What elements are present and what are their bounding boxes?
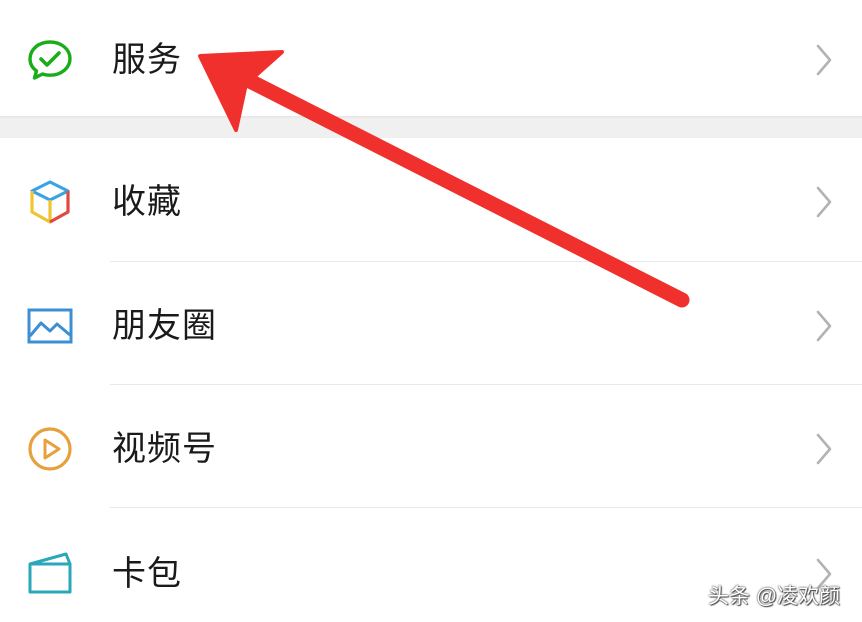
menu-item-label: 收藏: [112, 182, 182, 222]
watermark-text: 头条 @凌欢颜: [708, 585, 841, 608]
wechat-pay-icon: [26, 36, 74, 84]
menu-item-favorites[interactable]: 收藏: [0, 138, 862, 262]
chevron-right-icon: [812, 431, 836, 467]
channels-play-icon: [26, 425, 74, 473]
favorites-cube-icon: [26, 178, 74, 226]
chevron-right-icon: [812, 42, 836, 78]
menu-item-channels[interactable]: 视频号: [0, 385, 862, 508]
menu-item-moments[interactable]: 朋友圈: [0, 262, 862, 384]
moments-picture-icon: [26, 302, 74, 350]
section-separator: [0, 118, 862, 138]
card-wallet-icon: [26, 550, 74, 598]
menu-item-label: 服务: [112, 40, 182, 80]
menu-item-label: 卡包: [112, 554, 182, 594]
wechat-me-menu: 服务 收藏 朋友圈 视频号 卡包 头条 @凌欢颜: [0, 0, 862, 622]
menu-item-label: 视频号: [112, 429, 217, 469]
menu-item-label: 朋友圈: [112, 306, 217, 346]
menu-item-services[interactable]: 服务: [0, 0, 862, 116]
chevron-right-icon: [812, 184, 836, 220]
chevron-right-icon: [812, 308, 836, 344]
